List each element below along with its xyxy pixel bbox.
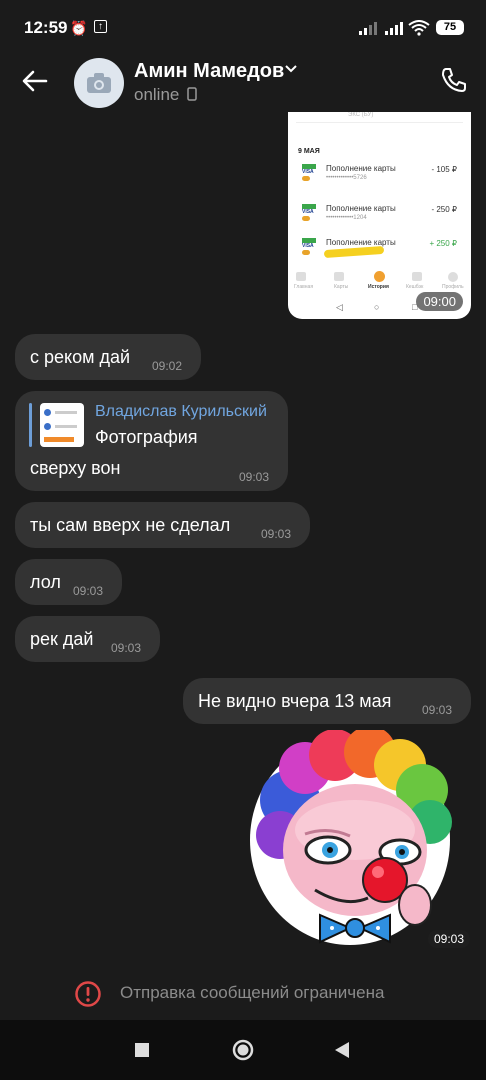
sticker-time: 09:03	[427, 930, 470, 948]
signal-icon-2	[385, 22, 403, 35]
message-bubble[interactable]: с реком дай 09:02	[15, 334, 201, 380]
upload-notification-icon: ↑	[94, 20, 107, 33]
messaging-restricted-notice: Отправка сообщений ограничена	[0, 970, 486, 1016]
yellow-scribble	[323, 245, 385, 259]
warning-icon	[75, 981, 101, 1007]
back-button[interactable]	[334, 1041, 350, 1059]
message-time: 09:03	[239, 470, 270, 484]
reply-quote-bar	[29, 403, 32, 447]
transaction-row: VISA Пополнение карты •••••••••••••1204 …	[298, 202, 461, 232]
camera-icon	[87, 73, 111, 93]
divider	[296, 122, 463, 123]
restriction-text: Отправка сообщений ограничена	[120, 983, 385, 1002]
back-arrow-icon[interactable]	[20, 66, 50, 96]
bank-card-logo: VISA	[302, 238, 316, 260]
message-time: 09:00	[416, 292, 463, 311]
battery-indicator: 75	[436, 20, 464, 35]
signal-icon-1	[359, 22, 377, 35]
message-time: 09:03	[261, 527, 292, 541]
home-button[interactable]	[232, 1039, 254, 1061]
photo-partial-row: ЭКС (БУ)	[348, 112, 374, 118]
outgoing-message-bubble[interactable]: Не видно вчера 13 мая 09:03	[183, 678, 471, 724]
recent-apps-button[interactable]	[134, 1042, 150, 1058]
message-bubble[interactable]: лол 09:03	[15, 559, 122, 605]
chat-header: Амин Мамедов online	[0, 48, 486, 116]
message-text: рек дай	[30, 629, 94, 649]
contact-status: online	[134, 85, 197, 105]
bank-card-logo: VISA	[302, 164, 316, 186]
message-bubble[interactable]: ты сам вверх не сделал 09:03	[15, 502, 310, 548]
message-time: 09:02	[152, 359, 183, 373]
transaction-row: VISA Пополнение карты •••••••••••••5726 …	[298, 162, 461, 192]
message-text: лол	[30, 572, 61, 592]
reply-message-bubble[interactable]: Владислав Курильский Фотография сверху в…	[15, 391, 288, 491]
mobile-device-icon	[187, 87, 197, 101]
system-nav-bar	[0, 1020, 486, 1080]
avatar[interactable]	[74, 58, 124, 108]
message-time: 09:03	[111, 641, 142, 655]
message-text: ты сам вверх не сделал	[30, 515, 231, 535]
alarm-icon: ⏰	[70, 20, 88, 36]
contact-status-text: online	[134, 85, 180, 104]
message-text: с реком дай	[30, 347, 131, 367]
status-time: 12:59	[24, 18, 68, 37]
chevron-down-icon[interactable]	[284, 62, 298, 76]
phone-call-icon[interactable]	[440, 66, 468, 94]
message-bubble[interactable]: рек дай 09:03	[15, 616, 160, 662]
message-text: Не видно вчера 13 мая	[198, 691, 392, 711]
photo-message[interactable]: ЭКС (БУ) 9 МАЯ VISA Пополнение карты •••…	[288, 112, 471, 319]
message-text: сверху вон	[30, 458, 121, 478]
reply-type: Фотография	[95, 427, 198, 447]
reply-photo-thumbnail[interactable]	[40, 403, 84, 447]
message-time: 09:03	[73, 584, 104, 598]
clown-sticker[interactable]	[250, 730, 470, 950]
bank-card-logo: VISA	[302, 204, 316, 226]
status-bar: 12:59 ⏰ ↑ 75	[0, 0, 486, 48]
transaction-row: VISA Пополнение карты + 250 ₽	[298, 236, 461, 266]
contact-name[interactable]: Амин Мамедов	[134, 60, 284, 83]
reply-author: Владислав Курильский	[95, 403, 267, 420]
photo-date-header: 9 МАЯ	[298, 148, 320, 155]
message-time: 09:03	[422, 703, 453, 717]
wifi-icon	[408, 20, 430, 36]
